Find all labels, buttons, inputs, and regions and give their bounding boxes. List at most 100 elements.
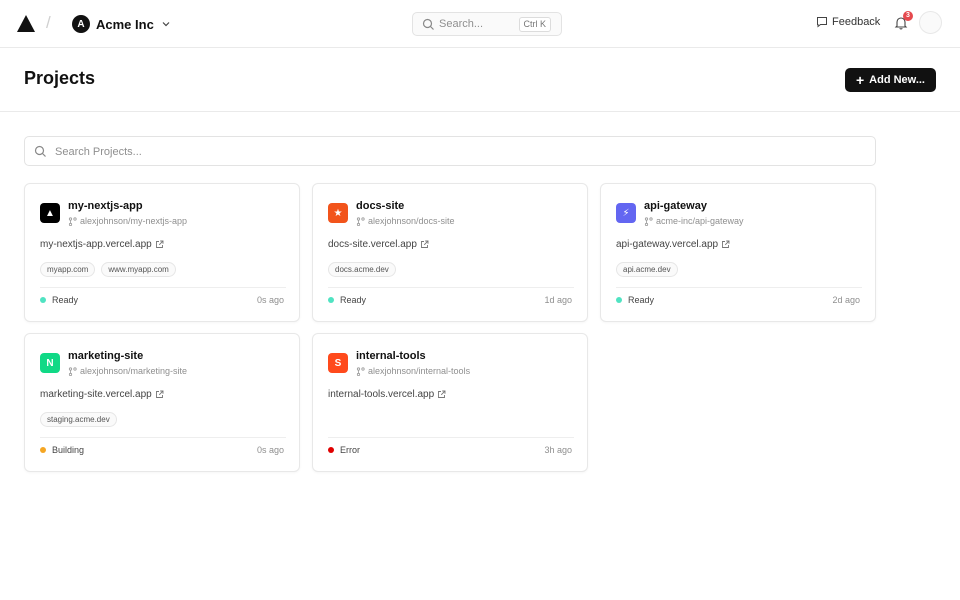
status-dot-icon bbox=[40, 297, 46, 303]
card-divider bbox=[328, 437, 574, 438]
team-avatar: A bbox=[72, 15, 90, 33]
domain-chip[interactable]: myapp.com bbox=[40, 262, 96, 277]
add-new-button[interactable]: + Add New... bbox=[845, 68, 936, 92]
deployment-status: Building bbox=[40, 445, 84, 455]
vercel-logo-icon[interactable] bbox=[17, 15, 35, 32]
notification-badge: 3 bbox=[903, 11, 913, 21]
star-icon: ★ bbox=[328, 203, 348, 223]
domain-chip[interactable]: www.myapp.com bbox=[101, 262, 176, 277]
project-repo[interactable]: alexjohnson/docs-site bbox=[356, 216, 455, 226]
page-header: Projects + Add New... bbox=[0, 48, 960, 112]
status-label: Ready bbox=[628, 295, 655, 305]
project-domains: docs.acme.dev bbox=[328, 262, 402, 277]
project-name[interactable]: internal-tools bbox=[356, 350, 426, 362]
plus-icon: + bbox=[855, 72, 865, 88]
domain-chip[interactable]: staging.acme.dev bbox=[40, 412, 117, 427]
project-card-api-gateway[interactable]: ⚡ api-gateway acme-inc/api-gateway api-g… bbox=[600, 183, 876, 322]
project-repo-label: acme-inc/api-gateway bbox=[656, 216, 744, 226]
domain-chip[interactable]: api.acme.dev bbox=[616, 262, 678, 277]
team-name: Acme Inc bbox=[96, 16, 154, 32]
status-label: Error bbox=[340, 445, 360, 455]
team-switcher[interactable]: A Acme Inc bbox=[72, 14, 171, 34]
project-domains: staging.acme.dev bbox=[40, 412, 123, 427]
project-url-label: internal-tools.vercel.app bbox=[328, 389, 435, 400]
project-card-docs-site[interactable]: ★ docs-site alexjohnson/docs-site docs-s… bbox=[312, 183, 588, 322]
status-dot-icon bbox=[40, 447, 46, 453]
external-link-icon bbox=[438, 390, 446, 398]
domain-chip[interactable]: docs.acme.dev bbox=[328, 262, 396, 277]
card-divider bbox=[616, 287, 862, 288]
message-icon bbox=[817, 17, 827, 28]
project-url-label: my-nextjs-app.vercel.app bbox=[40, 239, 152, 250]
project-card-my-nextjs-app[interactable]: ▲ my-nextjs-app alexjohnson/my-nextjs-ap… bbox=[24, 183, 300, 322]
project-url-label: docs-site.vercel.app bbox=[328, 239, 417, 250]
project-repo[interactable]: alexjohnson/internal-tools bbox=[356, 366, 470, 376]
project-url-link[interactable]: my-nextjs-app.vercel.app bbox=[40, 239, 164, 250]
project-repo-label: alexjohnson/docs-site bbox=[368, 216, 455, 226]
add-new-label: Add New... bbox=[869, 74, 925, 86]
letter-n-icon: N bbox=[40, 353, 60, 373]
last-deployed-time: 0s ago bbox=[256, 295, 284, 305]
project-repo-label: alexjohnson/my-nextjs-app bbox=[80, 216, 188, 226]
project-card-internal-tools[interactable]: S internal-tools alexjohnson/internal-to… bbox=[312, 333, 588, 472]
nextjs-triangle-icon: ▲ bbox=[40, 203, 60, 223]
last-deployed-time: 0s ago bbox=[256, 445, 284, 455]
external-link-icon bbox=[722, 240, 730, 248]
project-repo[interactable]: alexjohnson/marketing-site bbox=[68, 366, 187, 376]
lightning-icon: ⚡ bbox=[616, 203, 636, 223]
status-label: Building bbox=[52, 445, 85, 455]
project-repo-label: alexjohnson/internal-tools bbox=[368, 366, 471, 376]
project-url-label: api-gateway.vercel.app bbox=[616, 239, 719, 250]
deployment-status: Ready bbox=[40, 295, 78, 305]
external-link-icon bbox=[155, 390, 164, 398]
project-name[interactable]: docs-site bbox=[356, 200, 404, 212]
external-link-icon bbox=[155, 240, 164, 248]
status-dot-icon bbox=[328, 447, 334, 453]
project-url-link[interactable]: api-gateway.vercel.app bbox=[616, 239, 730, 250]
breadcrumb-separator: / bbox=[46, 13, 51, 32]
last-deployed-time: 3h ago bbox=[544, 445, 572, 455]
project-domains: api.acme.dev bbox=[616, 262, 684, 277]
global-search-placeholder: Search... bbox=[439, 18, 484, 30]
project-url-link[interactable]: marketing-site.vercel.app bbox=[40, 389, 164, 400]
project-name[interactable]: marketing-site bbox=[68, 350, 143, 362]
last-deployed-time: 1d ago bbox=[544, 295, 572, 305]
project-card-marketing-site[interactable]: N marketing-site alexjohnson/marketing-s… bbox=[24, 333, 300, 472]
status-label: Ready bbox=[52, 295, 79, 305]
user-avatar[interactable] bbox=[919, 11, 942, 34]
project-repo[interactable]: acme-inc/api-gateway bbox=[644, 216, 744, 226]
search-shortcut-hint: Ctrl K bbox=[518, 17, 551, 32]
project-repo[interactable]: alexjohnson/my-nextjs-app bbox=[68, 216, 187, 226]
search-icon bbox=[422, 18, 434, 30]
feedback-label: Feedback bbox=[832, 16, 881, 28]
chevron-down-icon bbox=[162, 22, 170, 27]
deployment-status: Error bbox=[328, 445, 360, 455]
deployment-status: Ready bbox=[328, 295, 366, 305]
project-url-link[interactable]: internal-tools.vercel.app bbox=[328, 389, 446, 400]
global-search[interactable]: Search... Ctrl K bbox=[412, 12, 562, 36]
project-url-link[interactable]: docs-site.vercel.app bbox=[328, 239, 429, 250]
status-dot-icon bbox=[328, 297, 334, 303]
card-divider bbox=[40, 287, 286, 288]
project-name[interactable]: my-nextjs-app bbox=[68, 200, 143, 212]
git-branch-icon bbox=[356, 366, 365, 376]
letter-s-icon: S bbox=[328, 353, 348, 373]
external-link-icon bbox=[420, 240, 429, 248]
feedback-button[interactable]: Feedback bbox=[816, 16, 880, 28]
project-name[interactable]: api-gateway bbox=[644, 200, 707, 212]
deployment-status: Ready bbox=[616, 295, 654, 305]
project-repo-label: alexjohnson/marketing-site bbox=[80, 366, 188, 376]
status-dot-icon bbox=[616, 297, 622, 303]
card-divider bbox=[328, 287, 574, 288]
top-navigation: / A Acme Inc Search... Ctrl K Feedback 3 bbox=[0, 0, 960, 48]
last-deployed-time: 2d ago bbox=[832, 295, 860, 305]
card-divider bbox=[40, 437, 286, 438]
project-search bbox=[24, 136, 876, 166]
git-branch-icon bbox=[644, 216, 653, 226]
page-title: Projects bbox=[24, 68, 96, 88]
project-search-input[interactable] bbox=[55, 143, 755, 161]
git-branch-icon bbox=[68, 216, 77, 226]
search-icon bbox=[34, 145, 46, 157]
project-url-label: marketing-site.vercel.app bbox=[40, 389, 152, 400]
git-branch-icon bbox=[356, 216, 365, 226]
